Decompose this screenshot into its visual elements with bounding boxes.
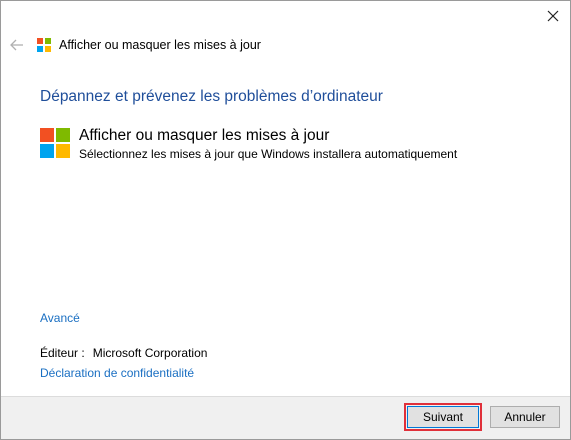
windows-logo-icon [37, 38, 51, 52]
privacy-statement-link[interactable]: Déclaration de confidentialité [40, 366, 194, 380]
item-title: Afficher ou masquer les mises à jour [79, 127, 330, 144]
back-button[interactable] [9, 37, 25, 53]
troubleshooter-item: Afficher ou masquer les mises à jour Sél… [40, 127, 457, 161]
window-header: Afficher ou masquer les mises à jour [9, 35, 261, 55]
close-button[interactable] [540, 4, 566, 28]
window-title: Afficher ou masquer les mises à jour [59, 38, 261, 52]
advanced-link[interactable]: Avancé [40, 311, 80, 325]
windows-logo-icon [40, 128, 70, 158]
page-heading: Dépannez et prévenez les problèmes d’ord… [40, 88, 383, 105]
troubleshooter-window: Afficher ou masquer les mises à jour Dép… [0, 0, 571, 440]
publisher-value: Microsoft Corporation [92, 346, 208, 360]
cancel-button[interactable]: Annuler [490, 406, 560, 428]
item-text: Afficher ou masquer les mises à jour Sél… [79, 127, 457, 161]
back-arrow-icon [10, 39, 23, 51]
footer-bar: Suivant Annuler [1, 396, 570, 439]
next-button[interactable]: Suivant [404, 403, 482, 431]
publisher-info: Éditeur : Microsoft Corporation [40, 346, 207, 360]
publisher-label: Éditeur : [40, 346, 85, 360]
item-description: Sélectionnez les mises à jour que Window… [79, 147, 458, 161]
close-icon [547, 10, 559, 22]
